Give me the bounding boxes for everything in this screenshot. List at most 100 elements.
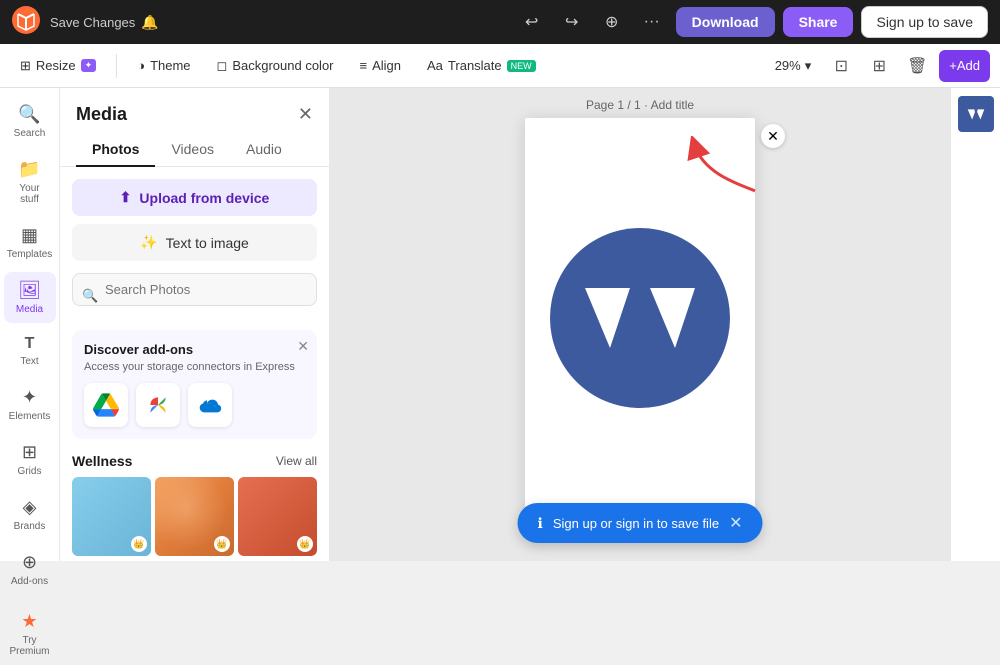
theme-button[interactable]: ◑ Theme: [127, 53, 200, 78]
location-button[interactable]: ⊕: [596, 6, 628, 38]
resize-icon: ⊞: [20, 58, 31, 74]
right-panel: [950, 88, 1000, 561]
panel-close-button[interactable]: ✕: [298, 104, 313, 125]
add-button[interactable]: + Add: [939, 50, 990, 82]
text-icon: T: [25, 335, 35, 353]
close-canvas-button[interactable]: ✕: [761, 124, 785, 148]
grid-view-button[interactable]: ⊞: [863, 50, 895, 82]
wellness-section-header: Wellness View all: [72, 453, 317, 469]
info-icon: ℹ: [538, 515, 543, 532]
elements-icon: ✦: [22, 387, 37, 408]
tab-videos[interactable]: Videos: [155, 133, 230, 167]
media-panel: Media ✕ Photos Videos Audio ⬆ Upload fro…: [60, 88, 330, 561]
align-button[interactable]: ≡ Align: [350, 53, 412, 78]
addons-icon: ⊕: [22, 552, 37, 573]
editor-toolbar: ⊞ Resize ✦ ◑ Theme ◻ Background color ≡ …: [0, 44, 1000, 88]
panel-title: Media: [76, 104, 127, 125]
tab-photos[interactable]: Photos: [76, 133, 155, 167]
panel-header: Media ✕: [60, 88, 329, 133]
wellness-photo-3[interactable]: 👑: [238, 477, 317, 556]
sidebar-item-addons[interactable]: ⊕ Add-ons: [4, 544, 56, 595]
canvas-area: Page 1 / 1 · Add title ✕: [330, 88, 950, 561]
color-swatch-icon: ◻: [217, 58, 228, 74]
tab-audio[interactable]: Audio: [230, 133, 298, 167]
google-drive-icon[interactable]: [84, 383, 128, 427]
save-changes-label: Save Changes: [50, 15, 135, 30]
plus-icon: +: [949, 58, 957, 73]
delete-button[interactable]: 🗑: [901, 50, 933, 82]
redo-button[interactable]: ↪: [556, 6, 588, 38]
zoom-label: 29%: [775, 58, 801, 73]
text-to-image-button[interactable]: ✨ Text to image: [72, 224, 317, 261]
zoom-control[interactable]: 29% ▾: [767, 53, 820, 79]
panel-content: ⬆ Upload from device ✨ Text to image 🔍 ✕…: [60, 179, 329, 561]
grids-icon: ⊞: [22, 442, 37, 463]
search-wrapper: 🔍: [72, 273, 317, 318]
canvas-thumbnail: [958, 96, 994, 132]
notification-text: Sign up or sign in to save file: [553, 516, 719, 531]
discover-close-button[interactable]: ✕: [297, 338, 309, 355]
sidebar-item-media[interactable]: 🖼 Media: [4, 272, 56, 323]
discover-icons: [84, 383, 305, 427]
theme-icon: ◑: [137, 58, 145, 73]
crown-badge: 👑: [297, 536, 313, 552]
upload-icon: ⬆: [120, 189, 132, 206]
sidebar-item-try-premium[interactable]: ★ Try Premium: [4, 603, 56, 665]
sidebar-item-text[interactable]: T Text: [4, 327, 56, 375]
canvas-frame[interactable]: ✕: [525, 118, 755, 518]
tv-logo: [550, 228, 730, 408]
media-icon: 🖼: [18, 280, 41, 301]
sidebar-item-grids[interactable]: ⊞ Grids: [4, 434, 56, 485]
search-icon: 🔍: [18, 104, 40, 125]
upload-from-device-button[interactable]: ⬆ Upload from device: [72, 179, 317, 216]
sidebar-item-brands[interactable]: ◈ Brands: [4, 489, 56, 540]
sidebar-item-your-stuff[interactable]: 📁 Your stuff: [4, 151, 56, 213]
theme-label: Theme: [150, 58, 190, 73]
main-area: 🔍 Search 📁 Your stuff ▦ Templates 🖼 Medi…: [0, 88, 1000, 561]
save-changes-button[interactable]: Save Changes 🔔: [50, 14, 159, 31]
sidebar-item-elements[interactable]: ✦ Elements: [4, 379, 56, 430]
top-bar: Save Changes 🔔 ↩ ↪ ⊕ ··· Download Share …: [0, 0, 1000, 44]
crown-badge: 👑: [131, 536, 147, 552]
align-label: Align: [372, 58, 401, 73]
discover-title: Discover add-ons: [84, 342, 305, 357]
download-button[interactable]: Download: [676, 7, 775, 37]
wellness-title: Wellness: [72, 453, 132, 469]
notification-close-button[interactable]: ✕: [729, 513, 742, 533]
share-button[interactable]: Share: [783, 7, 854, 37]
wellness-photo-1[interactable]: 👑: [72, 477, 151, 556]
google-photos-icon[interactable]: [136, 383, 180, 427]
page-label: Page 1 / 1 · Add title: [586, 98, 694, 112]
add-label: Add: [957, 58, 980, 73]
resize-badge: ✦: [81, 59, 97, 72]
signup-to-save-button[interactable]: Sign up to save: [861, 6, 988, 38]
wellness-photo-grid: 👑 👑 👑: [72, 477, 317, 556]
discover-description: Access your storage connectors in Expres…: [84, 361, 305, 373]
background-color-label: Background color: [232, 58, 333, 73]
view-settings-button[interactable]: ⊡: [825, 50, 857, 82]
upload-label: Upload from device: [139, 190, 269, 206]
app-logo: [12, 6, 40, 39]
chevron-down-icon: ▾: [805, 58, 812, 74]
more-button[interactable]: ···: [636, 6, 668, 38]
panel-tabs: Photos Videos Audio: [60, 133, 329, 167]
search-input[interactable]: [72, 273, 317, 306]
background-color-button[interactable]: ◻ Background color: [207, 53, 344, 79]
onedrive-icon[interactable]: [188, 383, 232, 427]
sparkle-icon: ✨: [140, 234, 157, 251]
left-nav: 🔍 Search 📁 Your stuff ▦ Templates 🖼 Medi…: [0, 88, 60, 561]
translate-badge: NEW: [507, 60, 536, 72]
undo-button[interactable]: ↩: [516, 6, 548, 38]
translate-label: Translate: [448, 58, 502, 73]
sidebar-item-templates[interactable]: ▦ Templates: [4, 217, 56, 268]
templates-icon: ▦: [21, 225, 38, 246]
wellness-view-all-button[interactable]: View all: [276, 454, 317, 468]
text-to-image-label: Text to image: [166, 235, 249, 251]
translate-button[interactable]: Aa Translate NEW: [417, 53, 546, 78]
bottom-notification: ℹ Sign up or sign in to save file ✕: [518, 503, 763, 543]
your-stuff-icon: 📁: [18, 159, 40, 180]
sidebar-item-search[interactable]: 🔍 Search: [4, 96, 56, 147]
resize-button[interactable]: ⊞ Resize ✦: [10, 53, 106, 79]
brands-icon: ◈: [23, 497, 37, 518]
wellness-photo-2[interactable]: 👑: [155, 477, 234, 556]
